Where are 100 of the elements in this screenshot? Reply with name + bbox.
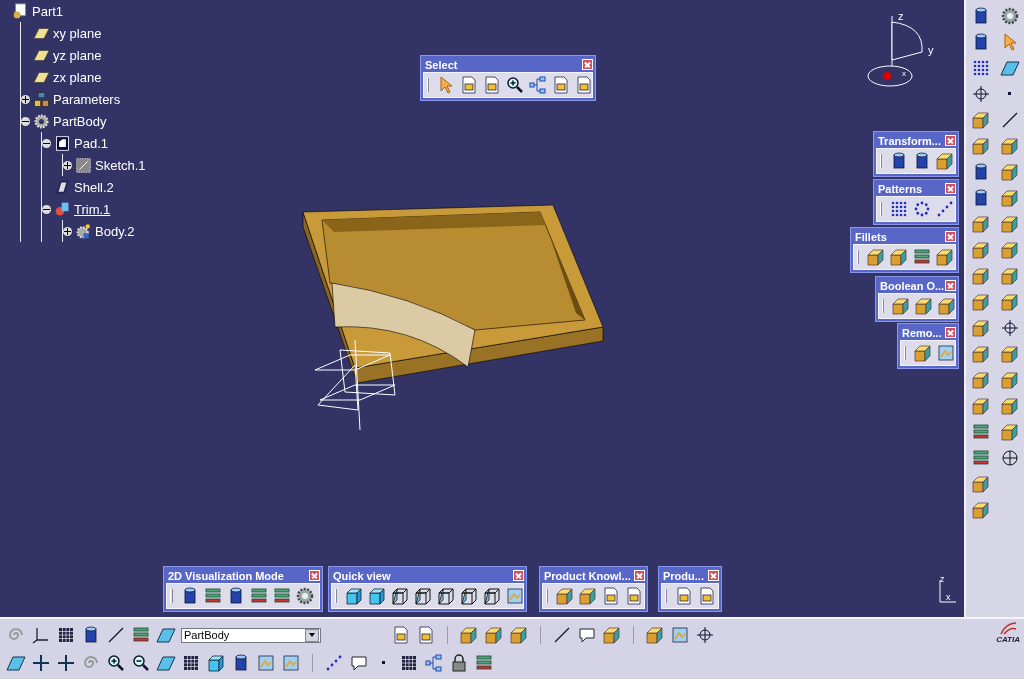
layers-icon[interactable] [203, 586, 223, 606]
line-icon[interactable] [552, 625, 572, 645]
plane-icon[interactable] [999, 58, 1020, 78]
block-icon[interactable] [970, 240, 991, 260]
move-icon[interactable] [56, 653, 76, 673]
block-icon[interactable] [935, 151, 955, 171]
tree-label[interactable]: Pad.1 [74, 135, 108, 151]
layers-icon[interactable] [912, 247, 932, 267]
expand-toggle[interactable] [42, 204, 51, 214]
block-icon[interactable] [555, 586, 575, 606]
close-button[interactable] [945, 183, 956, 194]
block-icon[interactable] [509, 625, 529, 645]
tree-label[interactable]: PartBody [53, 113, 107, 129]
gear-icon[interactable] [999, 6, 1020, 26]
speech-bubble-icon[interactable] [349, 653, 369, 673]
cube-icon[interactable] [206, 653, 226, 673]
close-button[interactable] [309, 570, 320, 581]
compass-icon[interactable] [999, 448, 1020, 468]
block-icon[interactable] [913, 343, 933, 363]
block-icon[interactable] [999, 136, 1020, 156]
layers-icon[interactable] [970, 448, 991, 468]
block-icon[interactable] [484, 625, 504, 645]
block-icon[interactable] [970, 500, 991, 520]
crosshair-icon[interactable] [999, 318, 1020, 338]
lock-icon[interactable] [449, 653, 469, 673]
block-icon[interactable] [999, 188, 1020, 208]
tree-diagram-icon[interactable] [528, 75, 548, 95]
move-icon[interactable] [31, 653, 51, 673]
crosshair-icon[interactable] [970, 84, 991, 104]
block-icon[interactable] [970, 214, 991, 234]
block-icon[interactable] [970, 396, 991, 416]
expand-toggle[interactable] [63, 226, 72, 236]
block-icon[interactable] [970, 318, 991, 338]
plane-icon[interactable] [6, 653, 26, 673]
block-icon[interactable] [459, 625, 479, 645]
document-icon[interactable] [391, 625, 411, 645]
zoom-out-icon[interactable] [131, 653, 151, 673]
block-icon[interactable] [999, 344, 1020, 364]
expand-toggle[interactable] [42, 138, 51, 148]
gear-icon[interactable] [295, 586, 315, 606]
dotted-line-icon[interactable] [324, 653, 344, 673]
document-icon[interactable] [697, 586, 717, 606]
layers-icon[interactable] [970, 422, 991, 442]
dot-ring-icon[interactable] [912, 199, 932, 219]
wireframe-cube-icon[interactable] [413, 586, 433, 606]
zoom-in-icon[interactable] [505, 75, 525, 95]
block-icon[interactable] [999, 396, 1020, 416]
block-icon[interactable] [645, 625, 665, 645]
tree-label[interactable]: Sketch.1 [95, 157, 146, 173]
document-icon[interactable] [601, 586, 621, 606]
layers-icon[interactable] [131, 625, 151, 645]
block-icon[interactable] [970, 136, 991, 156]
block-icon[interactable] [999, 292, 1020, 312]
sheet-icon[interactable] [936, 343, 956, 363]
document-icon[interactable] [482, 75, 502, 95]
block-icon[interactable] [970, 292, 991, 312]
close-button[interactable] [945, 280, 956, 291]
document-icon[interactable] [624, 586, 644, 606]
tree-label[interactable]: Body.2 [95, 223, 135, 239]
block-icon[interactable] [970, 474, 991, 494]
block-icon[interactable] [999, 240, 1020, 260]
plane-icon[interactable] [156, 653, 176, 673]
expand-toggle[interactable] [21, 94, 30, 104]
layers-icon[interactable] [249, 586, 269, 606]
sheet-icon[interactable] [505, 586, 525, 606]
document-icon[interactable] [574, 75, 594, 95]
line-icon[interactable] [106, 625, 126, 645]
block-icon[interactable] [999, 266, 1020, 286]
layers-icon[interactable] [474, 653, 494, 673]
document-icon[interactable] [459, 75, 479, 95]
close-button[interactable] [945, 327, 956, 338]
document-icon[interactable] [674, 586, 694, 606]
block-icon[interactable] [914, 296, 934, 316]
axis-icon[interactable] [31, 625, 51, 645]
close-button[interactable] [513, 570, 524, 581]
wireframe-cube-icon[interactable] [390, 586, 410, 606]
speech-bubble-icon[interactable] [577, 625, 597, 645]
block-icon[interactable] [866, 247, 886, 267]
block-icon[interactable] [891, 296, 911, 316]
expand-toggle[interactable] [63, 160, 72, 170]
tree-diagram-icon[interactable] [424, 653, 444, 673]
zoom-in-icon[interactable] [106, 653, 126, 673]
close-button[interactable] [634, 570, 645, 581]
block-icon[interactable] [999, 214, 1020, 234]
block-icon[interactable] [970, 266, 991, 286]
close-button[interactable] [708, 570, 719, 581]
cube-icon[interactable] [344, 586, 364, 606]
block-icon[interactable] [889, 247, 909, 267]
tree-label[interactable]: Trim.1 [74, 201, 111, 217]
block-icon[interactable] [937, 296, 957, 316]
tree-label[interactable]: Shell.2 [74, 179, 114, 195]
close-button[interactable] [945, 135, 956, 146]
close-button[interactable] [945, 231, 956, 242]
block-icon[interactable] [970, 370, 991, 390]
tree-label[interactable]: xy plane [53, 25, 102, 41]
table-icon[interactable] [56, 625, 76, 645]
tree-label[interactable]: Parameters [53, 91, 121, 107]
tree-label[interactable]: Part1 [32, 3, 64, 19]
tree-label[interactable]: zx plane [53, 69, 102, 85]
block-icon[interactable] [970, 344, 991, 364]
